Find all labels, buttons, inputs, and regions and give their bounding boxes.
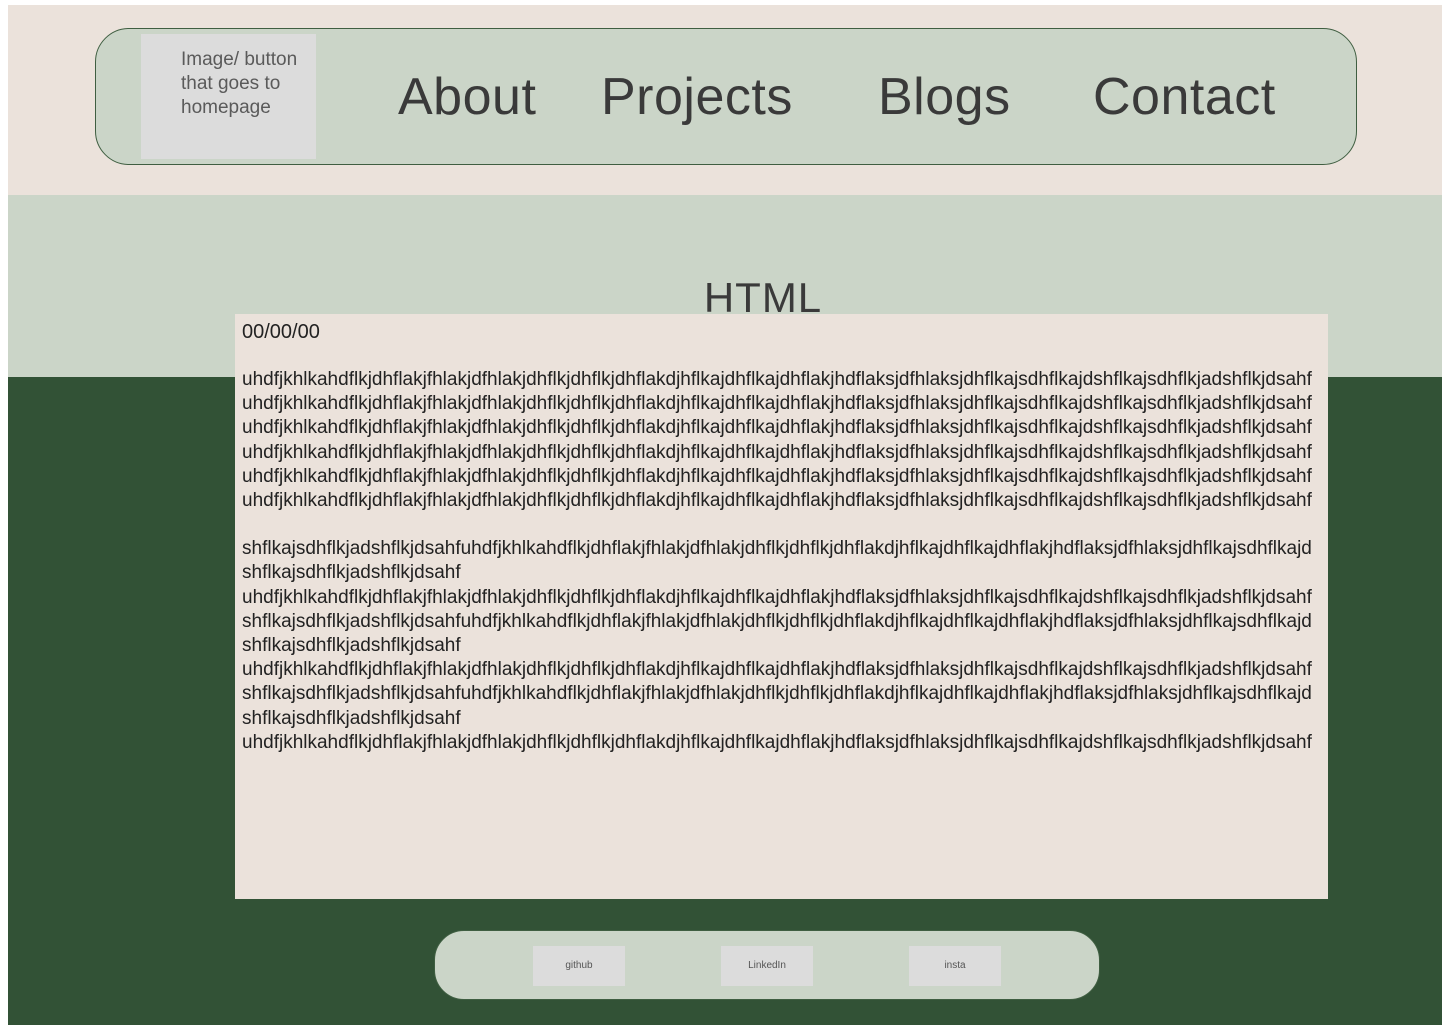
nav-blogs-link[interactable]: Blogs	[878, 67, 1011, 127]
nav-about-link[interactable]: About	[398, 67, 536, 127]
article-paragraph: uhdfjkhlkahdflkjdhflakjfhlakjdfhlakjdhfl…	[242, 369, 1312, 390]
article-paragraph: uhdfjkhlkahdflkjdhflakjfhlakjdfhlakjdhfl…	[242, 393, 1312, 415]
article-paragraph: uhdfjkhlkahdflkjdhflakjfhlakjdfhlakjdhfl…	[242, 731, 1312, 753]
article-paragraph: shflkajsdhflkjadshflkjdsahfuhdfjkhlkahdf…	[242, 538, 1312, 584]
article-paragraph: uhdfjkhlkahdflkjdhflakjfhlakjdfhlakjdhfl…	[242, 586, 1312, 657]
article-card: 00/00/00 uhdfjkhlkahdflkjdhflakjfhlakjdf…	[235, 314, 1328, 899]
navbar: Image/ button that goes to homepage Abou…	[95, 28, 1357, 165]
home-button[interactable]: Image/ button that goes to homepage	[141, 34, 316, 159]
nav-contact-link[interactable]: Contact	[1093, 67, 1276, 127]
linkedin-link[interactable]: LinkedIn	[721, 946, 813, 986]
article-paragraph: uhdfjkhlkahdflkjdhflakjfhlakjdfhlakjdhfl…	[242, 490, 1312, 512]
article-date: 00/00/00	[242, 321, 320, 343]
github-link[interactable]: github	[533, 946, 625, 986]
insta-link[interactable]: insta	[909, 946, 1001, 986]
nav-projects-link[interactable]: Projects	[601, 67, 793, 127]
article-paragraph: uhdfjkhlkahdflkjdhflakjfhlakjdfhlakjdhfl…	[242, 441, 1312, 487]
article-paragraph: uhdfjkhlkahdflkjdhflakjfhlakjdfhlakjdhfl…	[242, 417, 1312, 439]
article-paragraph: uhdfjkhlkahdflkjdhflakjfhlakjdfhlakjdhfl…	[242, 659, 1312, 729]
page-frame: Image/ button that goes to homepage Abou…	[8, 5, 1442, 1025]
footer-bar: github LinkedIn insta	[434, 930, 1100, 1000]
